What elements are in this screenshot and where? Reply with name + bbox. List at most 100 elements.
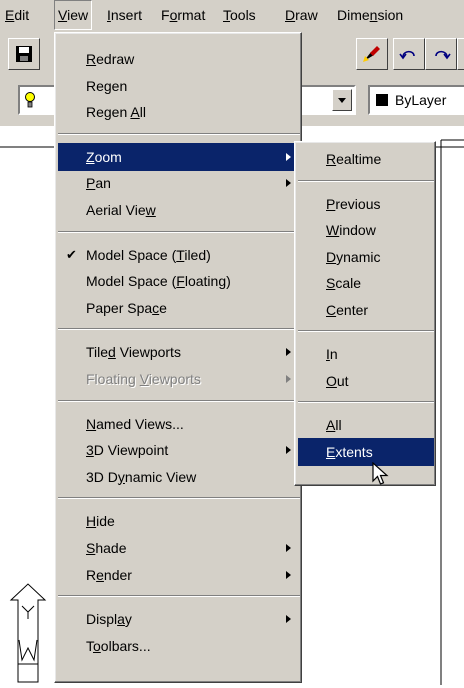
menu-item-label: Regen <box>86 77 128 94</box>
menu-item-model-space-floating[interactable]: Model Space (Floating) <box>58 267 300 295</box>
menu-item-label: Render <box>86 566 132 583</box>
zoom-item-dynamic[interactable]: Dynamic <box>298 243 434 271</box>
menu-item-label: Named Views... <box>86 415 184 432</box>
checkmark-icon: ✔ <box>66 246 77 262</box>
menu-item-label: Toolbars... <box>86 637 151 654</box>
light-bulb-icon <box>25 92 35 108</box>
menu-item-label: Regen All <box>86 104 146 121</box>
menu-separator <box>298 401 434 403</box>
menu-item-model-space-tiled[interactable]: ✔ Model Space (Tiled) <box>58 241 300 269</box>
menu-item-label: 3D Dynamic View <box>86 468 197 485</box>
menu-bar: Edit View Insert Format Tools Draw Dimen… <box>0 0 464 32</box>
color-dropdown[interactable] <box>300 85 356 115</box>
menu-item-zoom[interactable]: Zoom <box>58 142 300 171</box>
pan-realtime-icon[interactable] <box>457 38 464 70</box>
match-properties-icon[interactable] <box>356 38 388 70</box>
menu-item-label: Center <box>326 301 369 318</box>
menu-item-label: Redraw <box>86 51 135 67</box>
menu-item-aerial-view[interactable]: Aerial View <box>58 196 300 224</box>
zoom-item-scale[interactable]: Scale <box>298 269 434 297</box>
menu-item-named-views[interactable]: Named Views... <box>58 410 300 438</box>
menu-item-shade[interactable]: Shade <box>58 534 300 562</box>
redo-icon[interactable] <box>425 38 457 70</box>
menu-dimension[interactable]: Dimension <box>334 0 406 30</box>
menu-item-paper-space[interactable]: Paper Space <box>58 294 300 322</box>
menu-item-label: Model Space (Tiled) <box>86 246 211 263</box>
menu-item-label: In <box>326 346 338 362</box>
menu-item-label: Model Space (Floating) <box>86 273 231 290</box>
zoom-item-all[interactable]: All <box>298 411 434 439</box>
linetype-value: ByLayer <box>395 92 447 108</box>
menu-view[interactable]: View <box>54 0 93 30</box>
menu-item-display[interactable]: Display <box>58 605 300 633</box>
menu-edit[interactable]: Edit <box>2 0 32 30</box>
zoom-item-center[interactable]: Center <box>298 296 434 324</box>
menu-item-label: Out <box>326 372 349 389</box>
menu-item-label: Zoom <box>86 148 122 165</box>
cursor-arrow-icon <box>372 462 389 485</box>
linetype-dropdown[interactable]: ByLayer <box>368 85 464 115</box>
submenu-arrow-icon <box>286 544 291 552</box>
menu-item-label: Hide <box>86 513 115 530</box>
menu-item-label: Window <box>326 222 376 238</box>
submenu-arrow-icon <box>286 615 291 624</box>
dropdown-arrow-icon[interactable] <box>332 89 352 111</box>
menu-item-floating-viewports: Floating Viewports <box>58 365 300 393</box>
menu-item-tiled-viewports[interactable]: Tiled Viewports <box>58 338 300 366</box>
menu-tools[interactable]: Tools <box>220 0 259 30</box>
menu-item-label: Display <box>86 611 132 628</box>
menu-item-hide[interactable]: Hide <box>58 507 300 535</box>
menu-item-label: Previous <box>326 195 381 212</box>
zoom-item-window[interactable]: Window <box>298 216 434 244</box>
menu-separator <box>58 230 300 233</box>
submenu-arrow-icon <box>286 570 291 579</box>
undo-icon[interactable] <box>393 38 425 70</box>
submenu-arrow-icon <box>286 179 291 188</box>
menu-separator <box>58 132 300 135</box>
ucs-icon <box>8 572 48 685</box>
menu-item-render[interactable]: Render <box>58 561 300 589</box>
menu-item-label: Floating Viewports <box>86 371 201 387</box>
zoom-item-in[interactable]: In <box>298 340 434 368</box>
zoom-item-realtime[interactable]: Realtime <box>298 145 434 173</box>
zoom-item-previous[interactable]: Previous <box>298 190 434 218</box>
submenu-arrow-icon <box>286 375 291 383</box>
menu-item-redraw[interactable]: Redraw <box>58 45 300 73</box>
zoom-submenu: Realtime Previous Window Dynamic Scale Center… <box>294 141 436 486</box>
menu-item-label: Realtime <box>326 151 382 167</box>
menu-item-3d-viewpoint[interactable]: 3D Viewpoint <box>58 436 300 464</box>
menu-item-label: All <box>326 417 342 433</box>
menu-item-3d-dynamic-view[interactable]: 3D Dynamic View <box>58 463 300 491</box>
menu-separator <box>58 595 300 598</box>
submenu-arrow-icon <box>286 446 291 455</box>
menu-item-label: Dynamic <box>326 248 381 265</box>
menu-insert[interactable]: Insert <box>104 0 145 30</box>
menu-item-regen-all[interactable]: Regen All <box>58 98 300 126</box>
menu-format[interactable]: Format <box>158 0 208 30</box>
menu-item-label: Aerial View <box>86 202 156 218</box>
layer-dropdown[interactable] <box>18 85 58 115</box>
menu-separator <box>58 497 300 500</box>
menu-separator <box>298 179 434 182</box>
menu-item-label: Scale <box>326 275 362 291</box>
view-menu: Redraw Regen Regen All Zoom Pan Aerial View ✔ M… <box>54 32 302 683</box>
menu-item-regen[interactable]: Regen <box>58 72 300 100</box>
menu-draw[interactable]: Draw <box>282 0 321 30</box>
menu-item-pan[interactable]: Pan <box>58 169 300 197</box>
color-swatch <box>376 94 388 106</box>
zoom-item-out[interactable]: Out <box>298 367 434 395</box>
menu-item-toolbars[interactable]: Toolbars... <box>58 632 300 660</box>
menu-item-label: Tiled Viewports <box>86 344 181 361</box>
menu-item-label: Extents <box>326 443 373 460</box>
menu-separator <box>58 399 300 402</box>
zoom-item-extents[interactable]: Extents <box>298 437 434 466</box>
menu-item-label: Paper Space <box>86 299 167 316</box>
menu-item-label: 3D Viewpoint <box>86 442 169 459</box>
menu-item-label: Pan <box>86 175 111 192</box>
menu-item-label: Shade <box>86 540 127 556</box>
submenu-arrow-icon <box>286 348 291 357</box>
submenu-arrow-icon <box>286 152 291 161</box>
menu-separator <box>298 330 434 332</box>
menu-separator <box>58 328 300 331</box>
save-icon[interactable] <box>8 38 40 70</box>
